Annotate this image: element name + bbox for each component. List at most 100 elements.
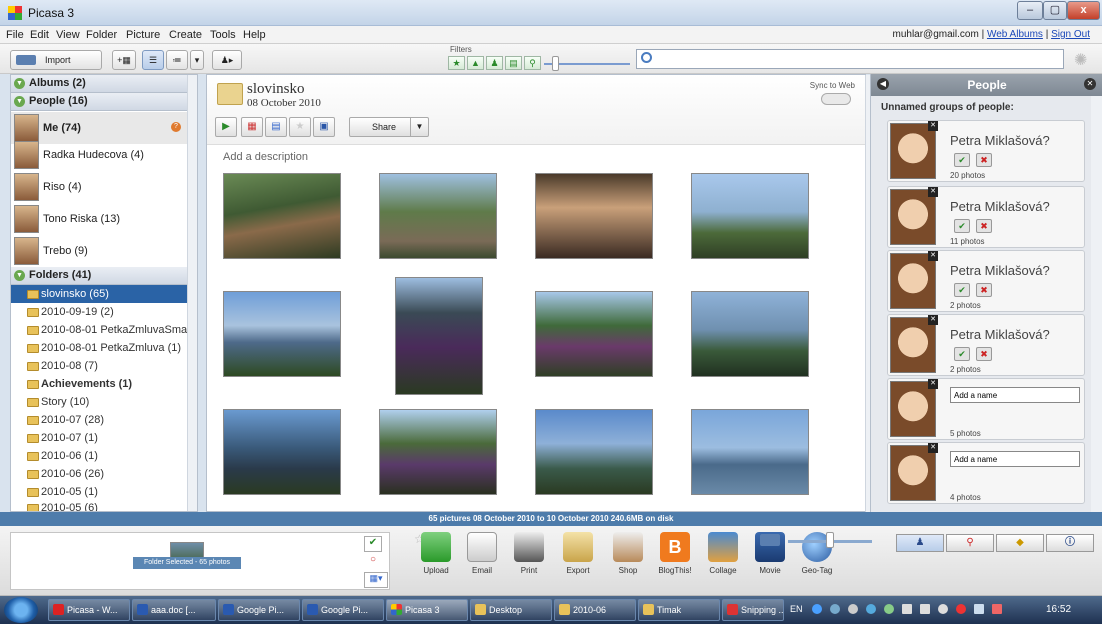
network-icon[interactable] [902, 604, 912, 614]
face-group-card[interactable]: ✕ Petra Miklašová? ✔ ✖ 2 photos [887, 250, 1085, 312]
date-filter-slider-handle[interactable] [552, 56, 559, 71]
menu-edit[interactable]: Edit [30, 29, 49, 41]
photo-thumbnail[interactable] [223, 173, 341, 259]
blogger-icon[interactable]: B [660, 532, 690, 562]
reject-icon[interactable]: ✖ [976, 219, 992, 233]
photo-thumbnail[interactable] [535, 173, 653, 259]
upload-label[interactable]: Upload [416, 566, 456, 575]
star-filter-icon[interactable]: ★ [448, 56, 465, 70]
confirm-icon[interactable]: ✔ [954, 219, 970, 233]
menu-create[interactable]: Create [169, 29, 202, 41]
confirm-icon[interactable]: ✔ [954, 347, 970, 361]
dismiss-icon[interactable]: ✕ [928, 315, 938, 325]
hold-pin-icon[interactable]: ✔ [364, 536, 382, 552]
geotag-filter-icon[interactable]: ⚲ [524, 56, 541, 70]
folder-item[interactable]: 2010-06 (26) [11, 465, 187, 483]
task-word[interactable]: aaa.doc [... [132, 599, 216, 621]
collage-icon[interactable] [708, 532, 738, 562]
maximize-button[interactable]: ▢ [1043, 1, 1067, 20]
save-icon[interactable]: ▣ [313, 117, 335, 137]
folder-item[interactable]: Achievements (1) [11, 375, 187, 393]
task-picasa[interactable]: Picasa 3 [386, 599, 468, 621]
album-date[interactable]: 08 October 2010 [247, 97, 321, 109]
photo-thumbnail[interactable] [691, 291, 809, 377]
movie-label[interactable]: Movie [750, 566, 790, 575]
language-indicator[interactable]: EN [790, 604, 803, 614]
star-icon[interactable]: ★ [289, 117, 311, 137]
person-item[interactable]: Tono Riska (13) [11, 203, 187, 235]
collapse-icon[interactable]: ▼ [14, 78, 25, 89]
opera-tray-icon[interactable] [956, 604, 966, 614]
task-opera[interactable]: Picasa - W... [48, 599, 130, 621]
list-view-icon[interactable]: ☰ [142, 50, 164, 70]
movie-icon[interactable]: ▤ [265, 117, 287, 137]
export-label[interactable]: Export [558, 566, 598, 575]
task-folder[interactable]: Desktop [470, 599, 552, 621]
tray-icon[interactable] [812, 604, 822, 614]
start-button-icon[interactable] [4, 597, 38, 623]
task-word[interactable]: Google Pi... [302, 599, 384, 621]
album-title[interactable]: slovinsko [247, 81, 305, 98]
view-dropdown-icon[interactable]: ▾ [190, 50, 204, 70]
face-group-card[interactable]: ✕ Petra Miklašová? ✔ ✖ 20 photos [887, 120, 1085, 182]
menu-help[interactable]: Help [243, 29, 266, 41]
person-item[interactable]: Radka Hudecova (4) [11, 139, 187, 171]
person-item[interactable]: Trebo (9) [11, 235, 187, 267]
faces-filter-icon[interactable]: ♟ [486, 56, 503, 70]
info-tab-icon[interactable]: ⓘ [1046, 534, 1094, 552]
sign-out-link[interactable]: Sign Out [1051, 29, 1090, 40]
close-button[interactable]: x [1067, 1, 1100, 20]
folder-item[interactable]: 2010-08-01 PetkaZmluvaSmall... [11, 321, 187, 339]
menu-folder[interactable]: Folder [86, 29, 117, 41]
task-word[interactable]: Google Pi... [218, 599, 300, 621]
confirm-icon[interactable]: ✔ [954, 283, 970, 297]
photo-thumbnail[interactable] [395, 277, 483, 395]
export-icon[interactable] [563, 532, 593, 562]
uploaded-filter-icon[interactable]: ▲ [467, 56, 484, 70]
close-icon[interactable]: ✕ [1084, 78, 1096, 90]
reject-icon[interactable]: ✖ [976, 283, 992, 297]
confirm-icon[interactable]: ✔ [954, 153, 970, 167]
folder-item[interactable]: 2010-05 (6) [11, 499, 187, 511]
people-scrollbar[interactable] [1091, 96, 1102, 512]
web-albums-link[interactable]: Web Albums [987, 29, 1043, 40]
collapse-icon[interactable]: ▼ [14, 270, 25, 281]
face-group-card[interactable]: ✕ 4 photos [887, 442, 1085, 504]
tray-icon[interactable] [866, 604, 876, 614]
task-folder[interactable]: Timak [638, 599, 720, 621]
upload-icon[interactable] [421, 532, 451, 562]
folder-item[interactable]: 2010-08 (7) [11, 357, 187, 375]
task-snipping[interactable]: Snipping ... [722, 599, 784, 621]
sync-to-web-toggle[interactable] [821, 93, 851, 105]
thumbnail-size-slider-handle[interactable] [826, 532, 834, 548]
flag-icon[interactable] [920, 604, 930, 614]
volume-muted-icon[interactable] [992, 604, 1002, 614]
tray-icon[interactable] [848, 604, 858, 614]
face-group-card[interactable]: ✕ Petra Miklašová? ✔ ✖ 11 photos [887, 186, 1085, 248]
dismiss-icon[interactable]: ✕ [928, 251, 938, 261]
photo-thumbnail[interactable] [535, 409, 653, 495]
menu-view[interactable]: View [56, 29, 80, 41]
photo-thumbnail[interactable] [223, 291, 341, 377]
minimize-button[interactable]: – [1017, 1, 1043, 20]
person-item[interactable]: Riso (4) [11, 171, 187, 203]
menu-file[interactable]: File [6, 29, 24, 41]
reject-icon[interactable]: ✖ [976, 153, 992, 167]
photo-thumbnail[interactable] [691, 173, 809, 259]
albums-section-header[interactable]: ▼ Albums (2) [11, 75, 187, 93]
folder-item[interactable]: 2010-07 (1) [11, 429, 187, 447]
folder-item[interactable]: 2010-09-19 (2) [11, 303, 187, 321]
email-icon[interactable] [467, 532, 497, 562]
email-label[interactable]: Email [462, 566, 502, 575]
play-slideshow-icon[interactable]: ▶ [215, 117, 237, 137]
tray-icon[interactable] [884, 604, 894, 614]
clear-selection-icon[interactable]: ○ [364, 554, 382, 570]
menu-tools[interactable]: Tools [210, 29, 236, 41]
add-name-input[interactable] [950, 451, 1080, 467]
add-to-album-icon[interactable]: ▦▾ [364, 572, 388, 588]
dismiss-icon[interactable]: ✕ [928, 121, 938, 131]
folder-item[interactable]: 2010-08-01 PetkaZmluva (1) [11, 339, 187, 357]
print-icon[interactable] [514, 532, 544, 562]
people-section-header[interactable]: ▼ People (16) [11, 93, 187, 111]
folder-item[interactable]: Story (10) [11, 393, 187, 411]
